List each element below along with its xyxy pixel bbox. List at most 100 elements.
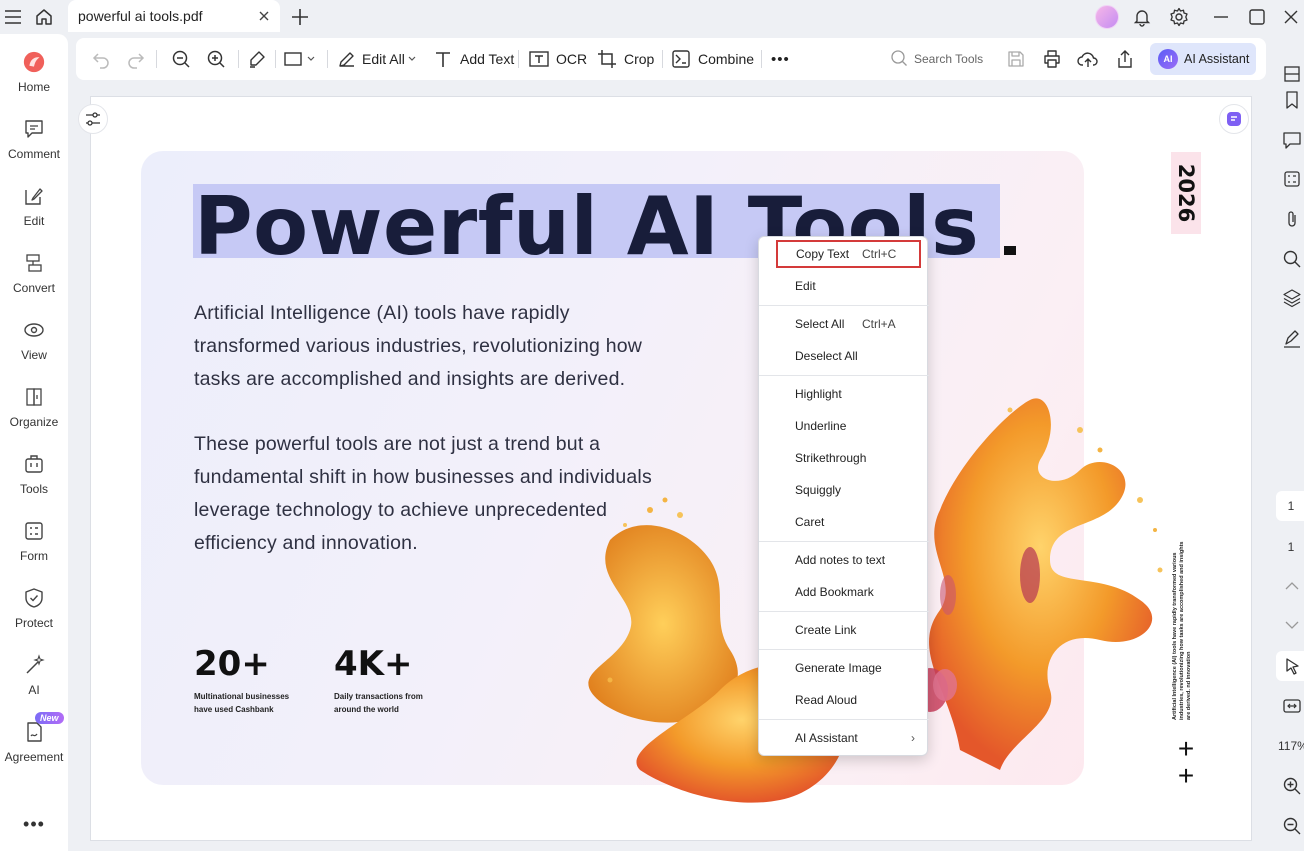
close-window-icon[interactable]	[1278, 4, 1304, 30]
zoom-level[interactable]: 117%	[1278, 739, 1304, 753]
bookmark-icon[interactable]	[1281, 89, 1303, 111]
menu-item-highlight[interactable]: Highlight	[759, 380, 929, 408]
menu-item-label: Add notes to text	[795, 553, 886, 567]
document-tab[interactable]: powerful ai tools.pdf	[68, 0, 280, 32]
highlighter-pen-icon	[246, 48, 268, 70]
shape-dropdown-button[interactable]	[282, 46, 316, 72]
menu-item-copy-text[interactable]: Copy Text Ctrl+C	[776, 240, 921, 268]
left-sidebar: Home Comment Edit Convert View Organize	[0, 34, 68, 851]
redo-button[interactable]	[125, 46, 147, 72]
stat-description: Multinational businesses have used Cashb…	[194, 690, 304, 716]
sidebar-item-comment[interactable]: Comment	[0, 109, 68, 171]
next-page-icon[interactable]	[1281, 614, 1303, 636]
previous-page-icon[interactable]	[1281, 575, 1303, 597]
current-page-number[interactable]: 1	[1278, 499, 1304, 513]
combine-button[interactable]: Combine	[670, 46, 754, 72]
paragraph-2[interactable]: These powerful tools are not just a tren…	[194, 428, 714, 560]
menu-item-label: Deselect All	[795, 349, 858, 363]
menu-item-caret[interactable]: Caret	[759, 508, 929, 536]
view-icon	[22, 318, 46, 342]
search-tools-input[interactable]: Search Tools	[890, 46, 983, 72]
menu-item-label: Copy Text	[796, 247, 850, 261]
sidebar-item-organize[interactable]: Organize	[0, 377, 68, 439]
share-button[interactable]	[1114, 46, 1136, 72]
menu-item-deselect-all[interactable]: Deselect All	[759, 342, 929, 370]
protect-icon	[22, 586, 46, 610]
zoom-in-side-icon[interactable]	[1281, 775, 1303, 797]
home-icon[interactable]	[31, 4, 57, 30]
menu-item-add-bookmark[interactable]: Add Bookmark	[759, 578, 929, 606]
print-button[interactable]	[1041, 46, 1063, 72]
ocr-label: OCR	[556, 51, 588, 67]
sidebar-more-button[interactable]: •••	[20, 814, 48, 834]
cursor-select-icon[interactable]	[1281, 655, 1303, 677]
sidebar-item-label: Agreement	[4, 750, 64, 764]
more-tools-button[interactable]: •••	[771, 46, 790, 72]
menu-item-generate-image[interactable]: Generate Image	[759, 654, 929, 682]
plus-decoration-icon: +	[1177, 733, 1195, 764]
menu-item-create-link[interactable]: Create Link	[759, 616, 929, 644]
comments-panel-icon[interactable]	[1281, 129, 1303, 151]
zoom-out-button[interactable]	[170, 46, 192, 72]
menu-item-strikethrough[interactable]: Strikethrough	[759, 444, 929, 472]
maximize-icon[interactable]	[1244, 4, 1270, 30]
sidebar-item-agreement[interactable]: Agreement New	[0, 712, 68, 774]
vertical-side-text-content: Artificial Intelligence (AI) tools have …	[1172, 541, 1192, 720]
menu-item-underline[interactable]: Underline	[759, 412, 929, 440]
user-avatar[interactable]	[1095, 5, 1119, 29]
menu-item-ai-assistant[interactable]: AI Assistant ›	[759, 724, 929, 752]
paragraph-1[interactable]: Artificial Intelligence (AI) tools have …	[194, 297, 714, 396]
notification-bell-icon[interactable]	[1129, 4, 1155, 30]
signature-icon[interactable]	[1281, 327, 1303, 349]
sidebar-item-edit[interactable]: Edit	[0, 176, 68, 238]
main-toolbar: Edit All Add Text OCR Crop Combine ••• S…	[76, 38, 1266, 80]
undo-button[interactable]	[90, 46, 112, 72]
menu-item-squiggly[interactable]: Squiggly	[759, 476, 929, 504]
menu-icon[interactable]	[0, 4, 26, 30]
sidebar-item-home[interactable]: Home	[0, 42, 68, 104]
menu-item-label: Generate Image	[795, 661, 882, 675]
home-logo-icon	[22, 50, 46, 74]
layers-icon[interactable]	[1281, 287, 1303, 309]
ai-assistant-button[interactable]: AI AI Assistant	[1150, 43, 1256, 75]
menu-item-select-all[interactable]: Select All Ctrl+A	[759, 310, 929, 338]
form-fields-icon[interactable]	[1281, 168, 1303, 190]
search-tools-placeholder: Search Tools	[914, 52, 984, 66]
save-button[interactable]	[1005, 46, 1027, 72]
comment-icon	[22, 117, 46, 141]
ai-wand-icon	[22, 653, 46, 677]
sidebar-item-tools[interactable]: Tools	[0, 444, 68, 506]
paragraph-line: leverage technology to achieve unprecede…	[194, 499, 608, 521]
sidebar-item-protect[interactable]: Protect	[0, 578, 68, 640]
sidebar-item-view[interactable]: View	[0, 310, 68, 372]
crop-button[interactable]: Crop	[596, 46, 654, 72]
new-tab-icon[interactable]	[287, 4, 313, 30]
settings-gear-icon[interactable]	[1166, 4, 1192, 30]
cloud-upload-button[interactable]	[1077, 46, 1099, 72]
search-panel-icon[interactable]	[1281, 248, 1303, 270]
year-tag: 2026	[1171, 152, 1201, 234]
ocr-button[interactable]: OCR	[528, 46, 587, 72]
highlighter-button[interactable]	[246, 46, 268, 72]
panel-layout-icon[interactable]	[1281, 63, 1303, 85]
sidebar-item-form[interactable]: Form	[0, 511, 68, 573]
paragraph-line: transformed various industries, revoluti…	[194, 335, 643, 357]
menu-item-shortcut: Ctrl+C	[862, 247, 897, 261]
fit-page-icon[interactable]	[1281, 695, 1303, 717]
menu-item-add-notes[interactable]: Add notes to text	[759, 546, 929, 574]
sidebar-item-ai[interactable]: AI	[0, 645, 68, 707]
minimize-icon[interactable]	[1208, 4, 1234, 30]
close-tab-icon[interactable]	[256, 8, 272, 24]
attachment-icon[interactable]	[1281, 208, 1303, 230]
edit-all-button[interactable]: Edit All	[336, 46, 417, 72]
zoom-in-button[interactable]	[205, 46, 227, 72]
zoom-out-side-icon[interactable]	[1281, 815, 1303, 837]
page-ai-icon[interactable]	[1219, 104, 1249, 134]
paragraph-line: tasks are accomplished and insights are …	[194, 368, 626, 390]
menu-item-edit[interactable]: Edit	[759, 272, 929, 300]
add-text-button[interactable]: Add Text	[432, 46, 514, 72]
page-settings-icon[interactable]	[78, 104, 108, 134]
menu-item-read-aloud[interactable]: Read Aloud	[759, 686, 929, 714]
stat-transactions: 4K+ Daily transactions from around the w…	[334, 644, 444, 716]
sidebar-item-convert[interactable]: Convert	[0, 243, 68, 305]
